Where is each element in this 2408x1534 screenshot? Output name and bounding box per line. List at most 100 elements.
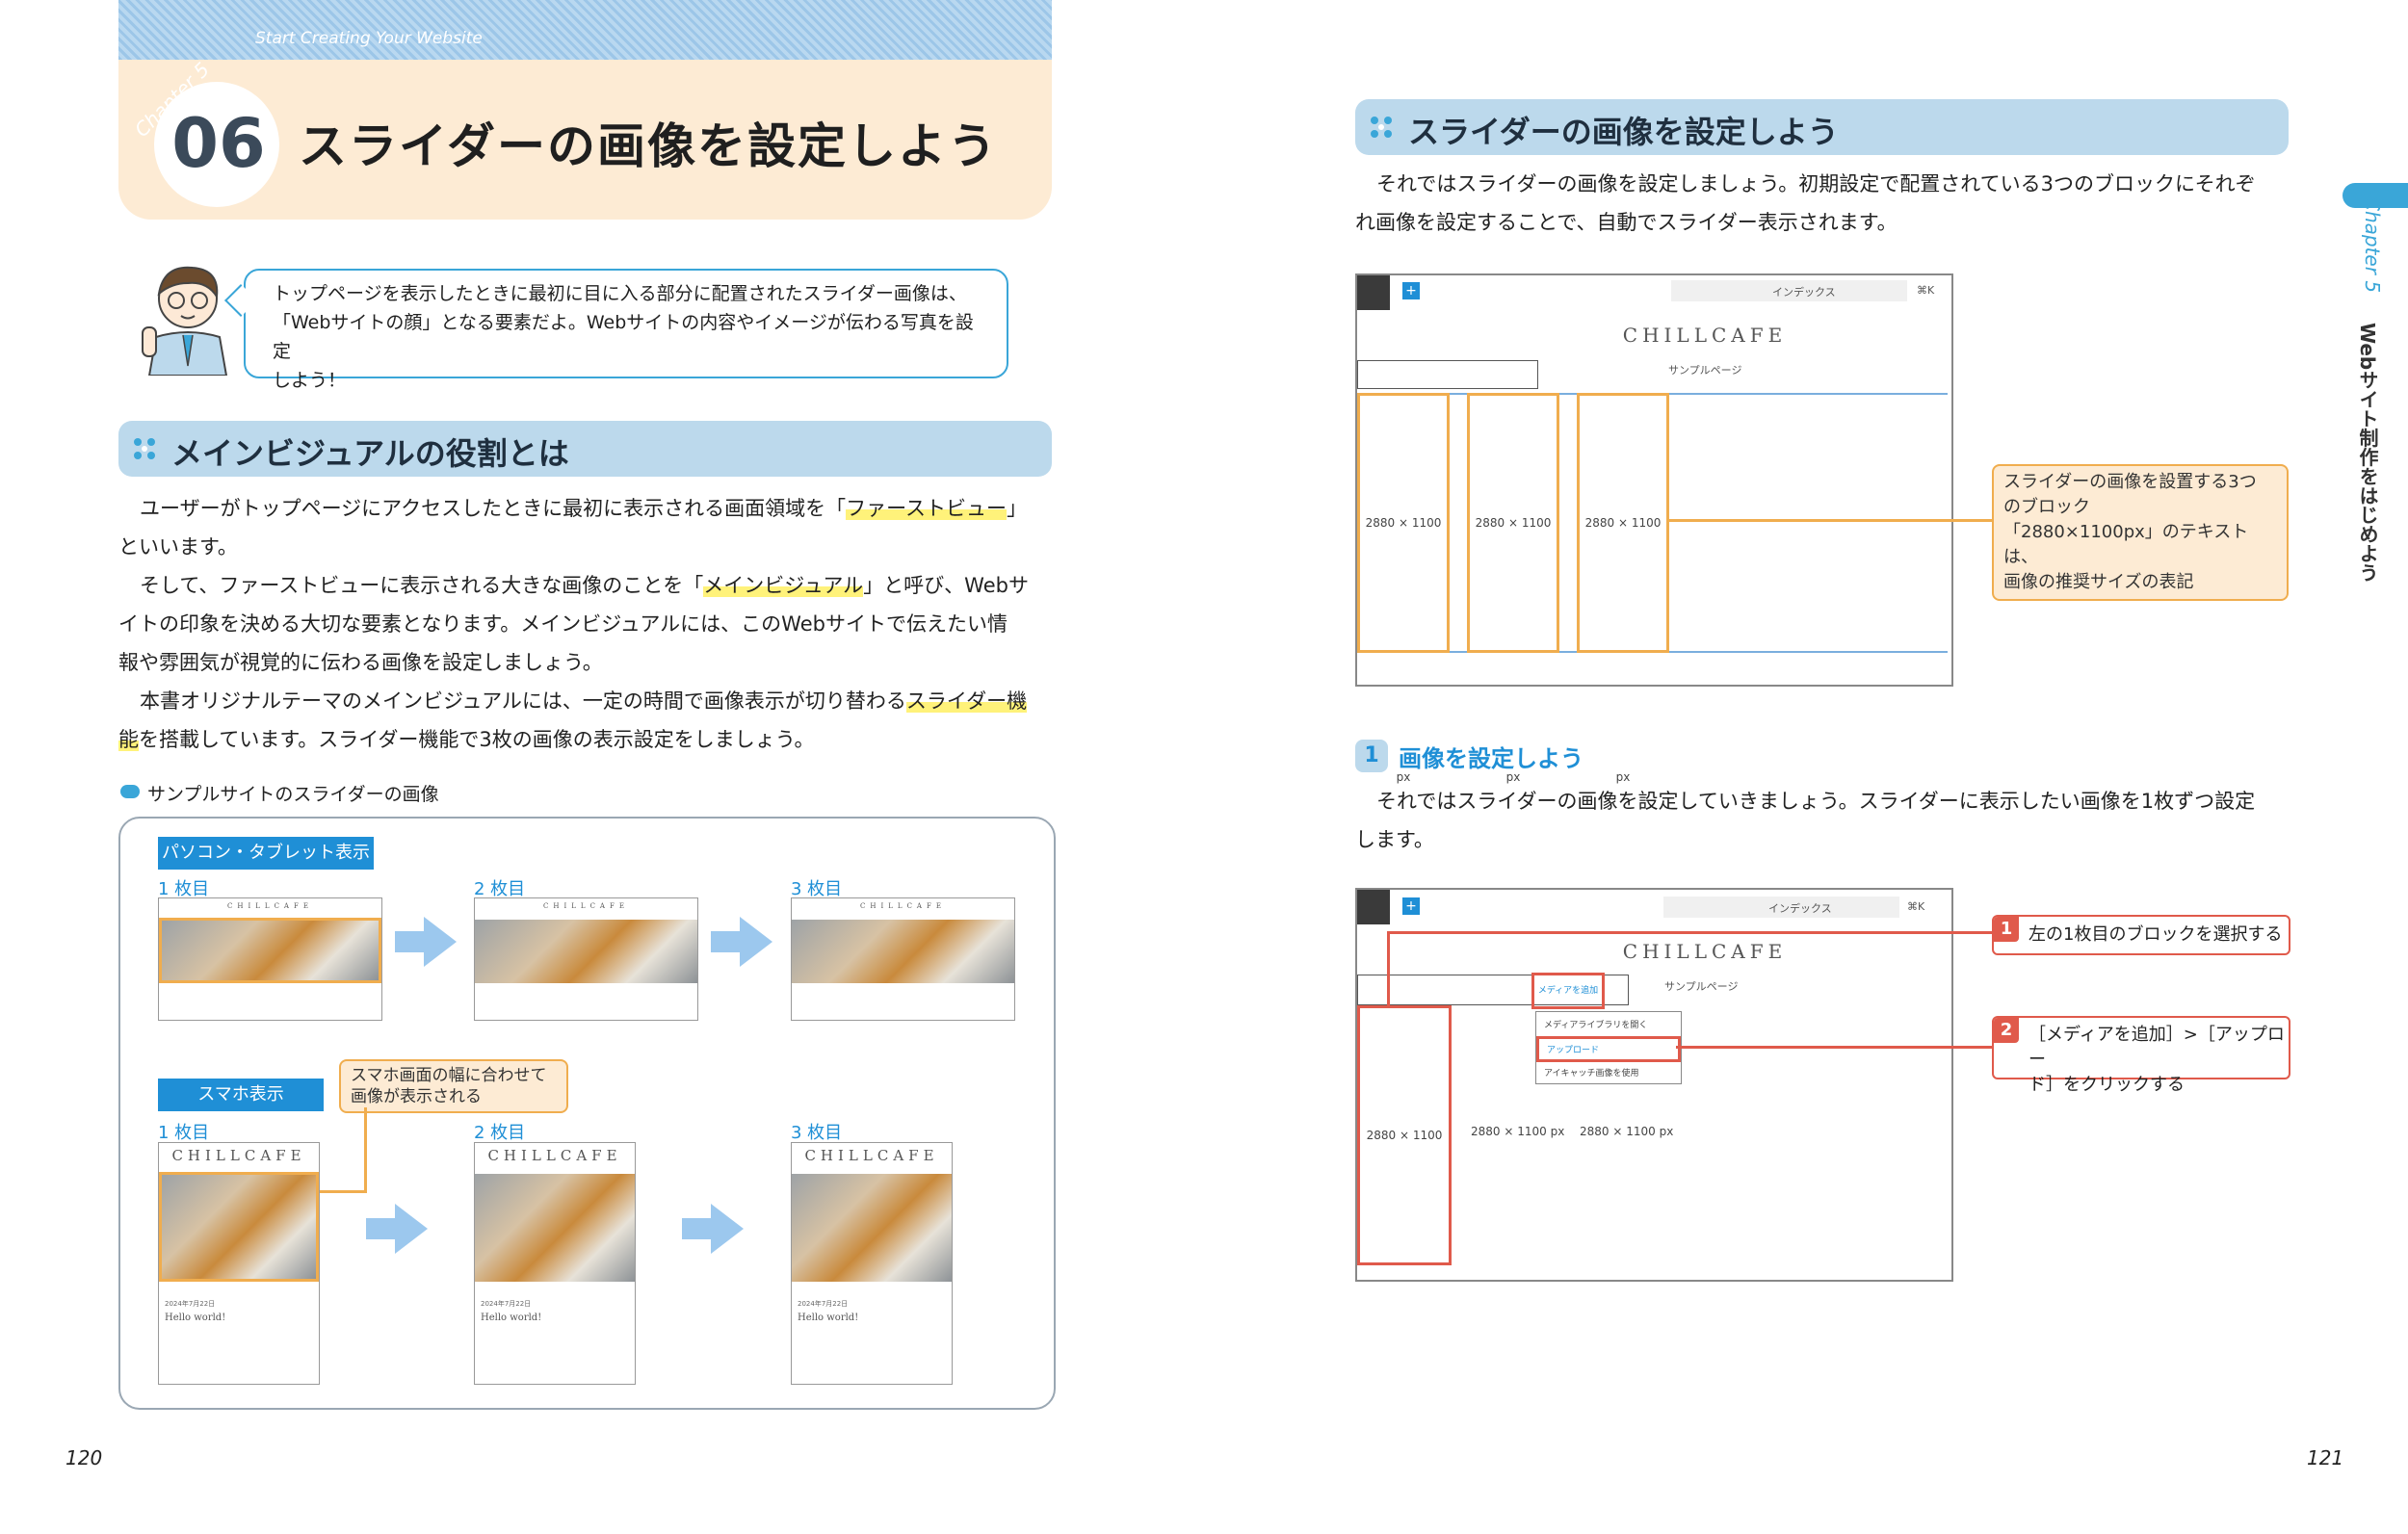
note-line: 「2880×1100px」のテキストは、: [2003, 522, 2249, 567]
site-logo-icon: [1357, 275, 1390, 310]
highlight-slider: 能: [118, 728, 139, 751]
highlight-first-view: ファーストビュー: [846, 497, 1008, 520]
post-date: 2024年7月22日: [165, 1300, 216, 1308]
menu-label: サンプルページ: [1664, 980, 1739, 993]
slide-photo: [792, 920, 1014, 983]
arrow-right-icon: [711, 1204, 744, 1254]
text-run: します。: [1355, 828, 1434, 851]
slide-label: 1 枚目: [158, 1123, 210, 1143]
add-block-icon: +: [1402, 897, 1420, 915]
slider-block: 2880 × 1100 px: [1357, 393, 1450, 784]
step-title: 画像を設定しよう: [1399, 745, 1584, 772]
arrow-right-icon: [740, 917, 772, 967]
dots-icon: [134, 438, 155, 459]
callout-line-text: ［メディアを追加］>［アップロー: [2028, 1025, 2285, 1070]
sp-screenshot: CHILLCAFE 2024年7月22日 Hello world!: [791, 1142, 953, 1385]
callout-number: 2: [1994, 1018, 2019, 1043]
section-title: メインビジュアルの役割とは: [171, 435, 569, 472]
sp-screenshot: CHILLCAFE 2024年7月22日 Hello world!: [474, 1142, 636, 1385]
text-run: 報や雰囲気が視覚的に伝わる画像を設定しましょう。: [118, 651, 603, 674]
pc-view-tag: パソコン・タブレット表示: [158, 837, 374, 870]
post-title: Hello world!: [798, 1313, 859, 1323]
text-run: それではスライダーの画像を設定しましょう。初期設定で配置されている3つのブロック…: [1376, 172, 2256, 195]
slider-block: 2880 × 1100 px: [1580, 1125, 1674, 1138]
connector-line: [1666, 519, 1992, 522]
callout-2: 2 ［メディアを追加］>［アップロー ド］をクリックする: [1992, 1016, 2290, 1095]
pc-screenshot: CHILLCAFE: [158, 897, 382, 1021]
shortcut-label: ⌘K: [1917, 284, 1935, 297]
callout-line: [1387, 931, 1390, 1006]
text-run: それではスライダーの画像を設定していきましょう。スライダーに表示したい画像を1枚…: [1376, 790, 2256, 813]
note-line: スマホ画面の幅に合わせて: [351, 1066, 547, 1085]
cafe-logo: CHILLCAFE: [804, 1147, 939, 1164]
slide-photo: [475, 1174, 635, 1282]
menu-item-featured[interactable]: アイキャッチ画像を使用: [1536, 1062, 1681, 1082]
text-run: イトの印象を決める大切な要素となります。メインビジュアルには、このWebサイトで…: [118, 612, 1008, 636]
sp-view-tag: スマホ表示: [158, 1079, 324, 1111]
dots-icon: [1371, 117, 1392, 138]
page-number-left: 120: [65, 1446, 103, 1469]
menu-item-upload[interactable]: アップロード: [1536, 1036, 1681, 1062]
step-number: 1: [1355, 740, 1388, 772]
cafe-logo: CHILLCAFE: [171, 1147, 306, 1164]
text-run: を搭載しています。スライダー機能で3枚の画像の表示設定をしましょう。: [139, 728, 815, 751]
document-label: インデックス: [1772, 286, 1836, 299]
callout-text: 左の1枚目のブロックを選択する: [2028, 924, 2283, 945]
chapter-number: 06: [171, 104, 266, 183]
page-number-right: 121: [2307, 1446, 2344, 1469]
note-line: スライダーの画像を設置する3つ: [2003, 472, 2257, 492]
side-chapter-label: Chapter 5: [2361, 197, 2384, 294]
arrow-right-icon: [395, 931, 424, 952]
menu-label: サンプルページ: [1668, 364, 1742, 377]
menu-item-library[interactable]: メディアライブラリを開く: [1536, 1012, 1681, 1036]
post-date: 2024年7月22日: [481, 1300, 532, 1308]
add-block-icon: +: [1402, 282, 1420, 299]
note-line: のブロック: [2003, 497, 2090, 517]
highlight-main-visual: メインビジュアル: [703, 574, 864, 597]
sp-screenshot: CHILLCAFE 2024年7月22日 Hello world!: [158, 1142, 320, 1385]
post-title: Hello world!: [165, 1313, 226, 1323]
text-run: といいます。: [118, 535, 238, 559]
cafe-logo: CHILLCAFE: [1622, 940, 1788, 963]
text-run: 本書オリジナルテーマのメインビジュアルには、一定の時間で画像表示が切り替わる: [140, 689, 906, 713]
speech-line: しよう！: [273, 370, 347, 391]
slide-photo: [159, 918, 381, 983]
caption-dot: [120, 785, 140, 798]
callout-line: [1676, 1046, 1992, 1049]
section-body: それではスライダーの画像を設定しましょう。初期設定で配置されている3つのブロック…: [1355, 165, 2294, 242]
slide-label: 2 枚目: [474, 1123, 526, 1143]
arrow-right-icon: [424, 917, 457, 967]
callout-1: 1 左の1枚目のブロックを選択する: [1992, 915, 2290, 955]
cafe-logo: CHILLCAFE: [1622, 324, 1788, 347]
add-media-button[interactable]: メディアを追加: [1531, 973, 1605, 1009]
post-date: 2024年7月22日: [798, 1300, 849, 1308]
side-chapter-title: Webサイト制作をはじめよう: [2356, 323, 2379, 583]
section-title: スライダーの画像を設定しよう: [1408, 114, 1839, 150]
first-slider-block[interactable]: 2880 × 1100: [1357, 1005, 1452, 1265]
slide-photo: [159, 1172, 319, 1282]
slide-label: 3 枚目: [791, 1123, 843, 1143]
slide-photo: [475, 920, 697, 983]
cafe-logo: CHILLCAFE: [860, 902, 946, 910]
callout-line-text: ド］をクリックする: [2028, 1075, 2185, 1095]
slide-photo: [792, 1174, 952, 1282]
post-title: Hello world!: [481, 1313, 542, 1323]
blocks-note: スライダーの画像を設置する3つ のブロック 「2880×1100px」のテキスト…: [1992, 464, 2289, 601]
slider-block: 2880 × 1100 px: [1467, 393, 1559, 784]
callout-text: ［メディアを追加］>［アップロー ド］をクリックする: [2028, 1023, 2285, 1098]
note-line: 画像の推奨サイズの表記: [2003, 572, 2194, 592]
media-dropdown: メディアライブラリを開く アップロード アイキャッチ画像を使用: [1535, 1011, 1682, 1084]
sp-note: スマホ画面の幅に合わせて 画像が表示される: [339, 1059, 568, 1113]
note-line: 画像が表示される: [351, 1087, 482, 1106]
shortcut-label: ⌘K: [1907, 900, 1925, 913]
speech-line: トップページを表示したときに最初に目に入る部分に配置されたスライダー画像は、: [273, 283, 967, 304]
arrow-right-icon: [682, 1218, 711, 1239]
sample-caption: サンプルサイトのスライダーの画像: [147, 784, 439, 805]
teacher-avatar-icon: [142, 266, 228, 376]
cafe-logo: CHILLCAFE: [543, 902, 629, 910]
slider-block: 2880 × 1100 px: [1471, 1125, 1565, 1138]
text-run: そして、ファーストビューに表示される大きな画像のことを「: [140, 574, 704, 597]
callout-line: [1387, 931, 1992, 934]
cafe-logo: CHILLCAFE: [487, 1147, 622, 1164]
text-run: 」: [1007, 497, 1028, 520]
